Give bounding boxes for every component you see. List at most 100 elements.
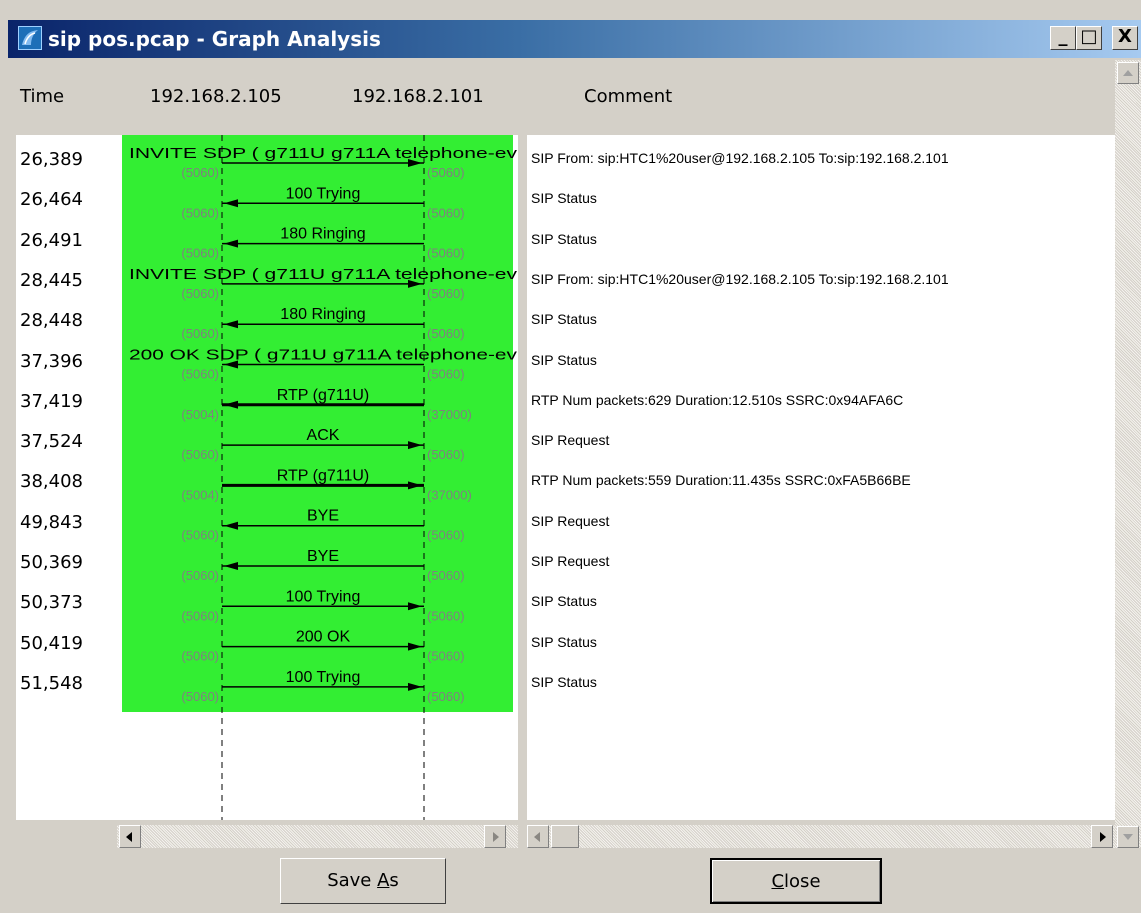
port-right-label: (5060) xyxy=(427,528,465,543)
message-label: 100 Trying xyxy=(286,588,361,605)
close-mnemonic: C xyxy=(771,871,785,892)
port-right-label: (5060) xyxy=(427,326,465,341)
comment-cell: SIP Status xyxy=(531,311,597,328)
time-cell: 26,389 xyxy=(20,149,83,170)
port-right-label: (5060) xyxy=(427,367,465,382)
message-label: RTP (g711U) xyxy=(277,387,369,404)
port-left-label: (5060) xyxy=(181,447,219,462)
comment-cell: SIP Status xyxy=(531,190,597,207)
port-right-label: (37000) xyxy=(427,407,472,422)
port-left-label: (5060) xyxy=(181,608,219,623)
message-label: 200 OK SDP ( g711U g711A telephone-ev xyxy=(129,347,518,364)
port-right-label: (5060) xyxy=(427,286,465,301)
port-right-label: (5060) xyxy=(427,568,465,583)
close-button[interactable]: Close xyxy=(710,858,882,904)
port-right-label: (5060) xyxy=(427,205,465,220)
save-as-label-post: s xyxy=(389,870,399,891)
comment-column-header: Comment xyxy=(584,86,673,107)
maximize-button[interactable]: □ xyxy=(1076,26,1102,50)
comment-cell: SIP Request xyxy=(531,512,610,529)
message-label: ACK xyxy=(307,427,340,444)
message-label: BYE xyxy=(307,548,339,565)
time-cell: 28,448 xyxy=(20,310,83,332)
graph-scroll-left-button[interactable] xyxy=(119,825,141,848)
save-as-button[interactable]: Save As xyxy=(280,858,446,904)
comment-cell: SIP Status xyxy=(531,593,597,610)
port-right-label: (5060) xyxy=(427,447,465,462)
time-cell: 38,408 xyxy=(20,471,83,493)
scroll-down-button[interactable] xyxy=(1117,826,1139,848)
port-right-label: (5060) xyxy=(427,689,465,704)
time-cell: 26,491 xyxy=(20,229,83,251)
time-cell: 50,419 xyxy=(20,632,83,654)
message-label: 200 OK xyxy=(296,629,351,646)
save-as-label-pre: Save xyxy=(327,870,378,891)
port-right-label: (5060) xyxy=(427,608,465,623)
comment-cell: SIP From: sip:HTC1%20user@192.168.2.105 … xyxy=(531,270,949,287)
time-cell: 28,445 xyxy=(20,269,83,291)
message-label: BYE xyxy=(307,508,339,525)
flow-graph-panel: (5060) (5060) INVITE SDP ( g711U g711A tel… xyxy=(117,135,518,820)
comment-cell: SIP Request xyxy=(531,553,610,569)
comment-cell: SIP Status xyxy=(531,673,597,690)
port-left-label: (5060) xyxy=(181,649,219,664)
message-label: 180 Ringing xyxy=(280,306,365,323)
comment-cell: RTP Num packets:629 Duration:12.510s SSR… xyxy=(531,391,904,408)
port-right-label: (5060) xyxy=(427,165,465,180)
vertical-scrollbar[interactable] xyxy=(1115,60,1141,848)
scroll-up-button[interactable] xyxy=(1117,62,1139,84)
message-label: RTP (g711U) xyxy=(277,467,369,484)
time-cell: 49,843 xyxy=(20,511,83,533)
wireshark-fin-icon xyxy=(18,26,42,50)
comment-horizontal-scrollbar[interactable] xyxy=(527,825,1115,848)
port-left-label: (5060) xyxy=(181,165,219,180)
port-left-label: (5004) xyxy=(181,407,219,422)
message-label: INVITE SDP ( g711U g711A telephone-ev xyxy=(129,266,518,283)
time-cell: 26,464 xyxy=(20,189,83,211)
time-panel: 26,389 26,464 26,491 28,445 28,448 37,396 37,4… xyxy=(16,135,117,820)
graph-analysis-window: sip pos.pcap - Graph Analysis _ □ X Time… xyxy=(0,0,1141,913)
time-column-header: Time xyxy=(20,86,65,107)
comment-cell: SIP Request xyxy=(531,432,610,449)
port-left-label: (5060) xyxy=(181,286,219,301)
port-left-label: (5060) xyxy=(181,205,219,220)
port-left-label: (5060) xyxy=(181,326,219,341)
graph-horizontal-scrollbar[interactable] xyxy=(117,825,518,848)
flow-graph: (5060) (5060) INVITE SDP ( g711U g711A tel… xyxy=(122,135,518,820)
port-left-label: (5004) xyxy=(181,487,219,502)
close-label-post: lose xyxy=(784,871,821,892)
comment-cell: SIP From: sip:HTC1%20user@192.168.2.105 … xyxy=(531,150,949,166)
comment-cell: SIP Status xyxy=(531,633,597,650)
comment-scroll-right-button[interactable] xyxy=(1091,825,1113,848)
time-cell: 37,419 xyxy=(20,390,83,412)
comment-cell: SIP Status xyxy=(531,230,597,247)
message-label: 100 Trying xyxy=(286,185,361,202)
port-left-label: (5060) xyxy=(181,528,219,543)
time-cell: 50,373 xyxy=(20,592,83,614)
comment-scroll-thumb[interactable] xyxy=(551,825,579,848)
save-as-mnemonic: A xyxy=(377,870,390,891)
time-cell: 51,548 xyxy=(20,672,83,694)
comment-panel: SIP From: sip:HTC1%20user@192.168.2.105 … xyxy=(527,135,1115,820)
port-right-label: (5060) xyxy=(427,649,465,664)
message-label: 100 Trying xyxy=(286,669,361,686)
graph-scroll-right-button[interactable] xyxy=(484,825,506,848)
port-right-label: (5060) xyxy=(427,246,465,261)
window-title: sip pos.pcap - Graph Analysis xyxy=(48,27,381,51)
host-a-header: 192.168.2.105 xyxy=(150,86,282,107)
selection-highlight xyxy=(122,135,513,712)
minimize-button[interactable]: _ xyxy=(1050,26,1076,50)
time-cell: 50,369 xyxy=(20,552,83,573)
message-label: INVITE SDP ( g711U g711A telephone-ev xyxy=(129,145,518,162)
host-b-header: 192.168.2.101 xyxy=(352,86,484,107)
comment-cell: SIP Status xyxy=(531,351,597,368)
port-left-label: (5060) xyxy=(181,689,219,704)
time-cell: 37,524 xyxy=(20,431,83,453)
message-label: 180 Ringing xyxy=(280,226,365,243)
port-left-label: (5060) xyxy=(181,367,219,382)
comment-scroll-left-button[interactable] xyxy=(527,825,549,848)
title-bar[interactable]: sip pos.pcap - Graph Analysis _ □ X xyxy=(8,20,1141,58)
close-window-button[interactable]: X xyxy=(1112,26,1138,50)
comment-cell: RTP Num packets:559 Duration:11.435s SSR… xyxy=(531,472,911,489)
port-right-label: (37000) xyxy=(427,487,472,502)
